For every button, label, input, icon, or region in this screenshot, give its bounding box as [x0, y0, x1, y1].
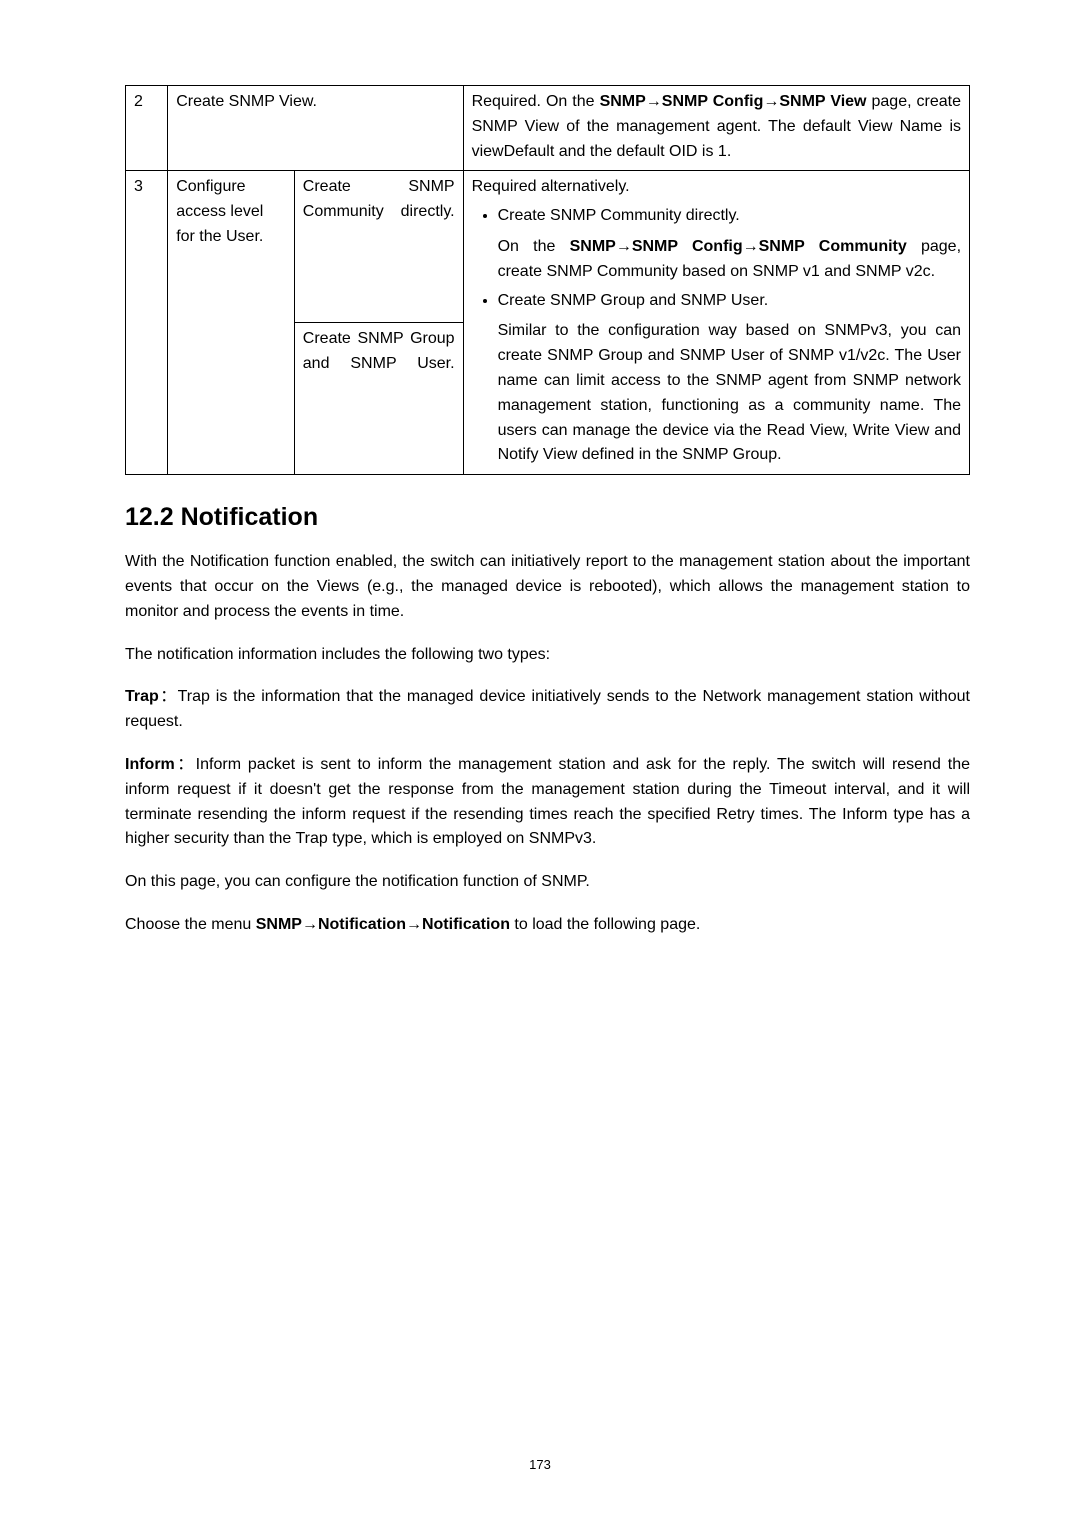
row3-mid: Configure access level for the User. [168, 171, 295, 475]
row3-bullet2: Create SNMP Group and SNMP User. [498, 289, 961, 314]
row2-desc: Required. On the SNMP→SNMP Config→SNMP V… [463, 86, 969, 171]
row3-b1-line: On the SNMP→SNMP Config→SNMP Community p… [498, 235, 961, 285]
section-heading: 12.2 Notification [125, 503, 970, 532]
row3-sub2: Create SNMP Group and SNMP User. [294, 323, 463, 475]
config-table: 2 Create SNMP View. Required. On the SNM… [125, 85, 970, 475]
row3-desc-head: Required alternatively. [472, 175, 961, 200]
row3-sub1: Create SNMP Community directly. [294, 171, 463, 323]
page-number: 173 [0, 1457, 1080, 1472]
para-5: On this page, you can configure the noti… [125, 870, 970, 895]
para-inform: Inform：Inform packet is sent to inform t… [125, 753, 970, 852]
trap-label: Trap [125, 688, 159, 705]
row3-b2-line: Similar to the configuration way based o… [498, 319, 961, 468]
row3-bullet1: Create SNMP Community directly. [498, 204, 961, 229]
row2-task: Create SNMP View. [168, 86, 463, 171]
para-trap: Trap：Trap is the information that the ma… [125, 685, 970, 735]
inform-label: Inform [125, 756, 175, 773]
row2-num: 2 [126, 86, 168, 171]
para-6: Choose the menu SNMP→Notification→Notifi… [125, 913, 970, 938]
row3-desc: Required alternatively. Create SNMP Comm… [463, 171, 969, 475]
row3-num: 3 [126, 171, 168, 475]
para-2: The notification information includes th… [125, 643, 970, 668]
para-1: With the Notification function enabled, … [125, 550, 970, 624]
